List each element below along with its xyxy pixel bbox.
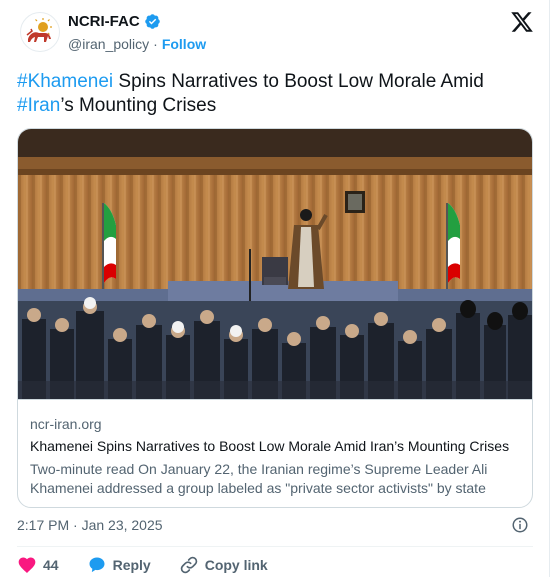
tweet-header: NCRI-FAC @iran_policy · Follow: [16, 10, 536, 58]
tweet-embed-card: NCRI-FAC @iran_policy · Follow #Khamenei…: [0, 0, 550, 577]
link-title[interactable]: Khamenei Spins Narratives to Boost Low M…: [30, 438, 526, 454]
x-logo-icon[interactable]: [510, 10, 534, 34]
reply-button[interactable]: Reply: [87, 555, 151, 575]
link-preview-card[interactable]: ncr-iran.org Khamenei Spins Narratives t…: [17, 128, 533, 508]
lion-and-sun-emblem-icon: [26, 18, 52, 42]
author-handle-row: @iran_policy · Follow: [68, 36, 206, 52]
hashtag-link[interactable]: #Iran: [17, 95, 60, 116]
author-name-row: NCRI-FAC: [68, 13, 161, 30]
tweet-actions: 44 Reply Copy link: [17, 555, 296, 575]
link-description: Two-minute read On January 22, the Irani…: [30, 461, 488, 496]
like-button[interactable]: 44: [17, 555, 59, 575]
tweet-timestamp[interactable]: 2:17 PM · Jan 23, 2025: [17, 517, 163, 533]
author-handle[interactable]: @iran_policy: [68, 36, 149, 52]
audience-hall-photo: [18, 129, 532, 399]
avatar[interactable]: [20, 12, 60, 52]
link-preview-image[interactable]: [18, 129, 532, 399]
link-domain: ncr-iran.org: [30, 416, 102, 432]
separator-dot: ·: [153, 36, 158, 52]
hashtag-link[interactable]: #Khamenei: [17, 71, 113, 92]
info-icon[interactable]: [511, 516, 529, 534]
author-display-name[interactable]: NCRI-FAC: [68, 13, 140, 30]
verified-badge-icon: [144, 14, 160, 29]
copy-link-button[interactable]: Copy link: [179, 555, 268, 575]
heart-icon: [18, 557, 36, 573]
tweet-text: #Khamenei Spins Narratives to Boost Low …: [17, 70, 527, 118]
follow-button[interactable]: Follow: [162, 36, 206, 52]
tweet-text-segment: ’s Mounting Crises: [60, 95, 217, 116]
like-count: 44: [43, 557, 59, 573]
divider: [17, 546, 533, 547]
tweet-text-segment: Spins Narratives to Boost Low Morale Ami…: [113, 71, 484, 92]
link-icon: [180, 556, 197, 574]
reply-bubble-icon: [89, 557, 105, 573]
link-preview-meta[interactable]: ncr-iran.org Khamenei Spins Narratives t…: [18, 399, 532, 507]
reply-label: Reply: [112, 557, 151, 573]
copy-link-label: Copy link: [204, 557, 268, 573]
